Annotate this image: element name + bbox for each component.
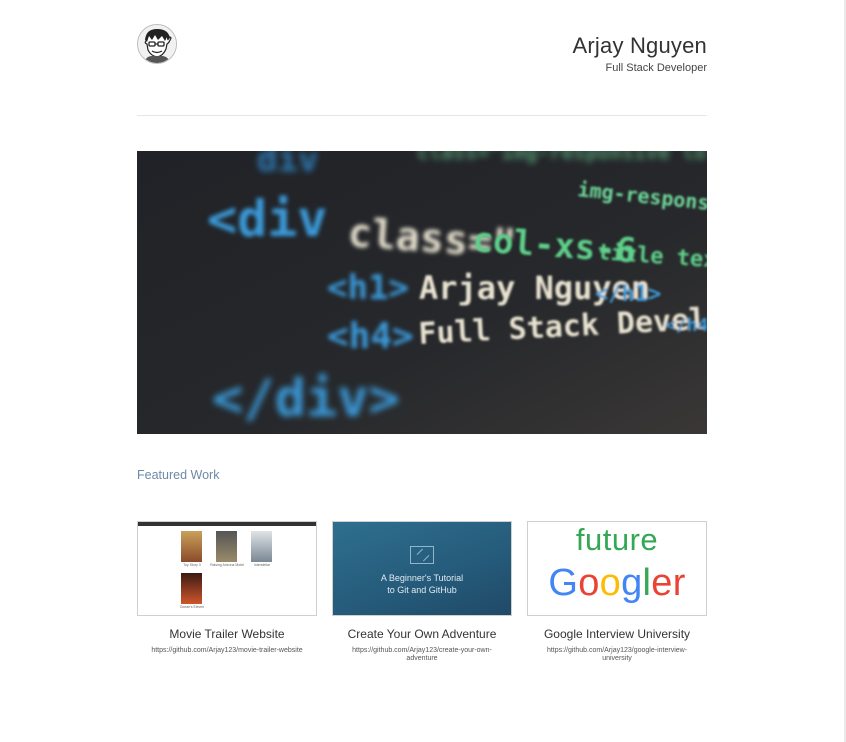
project-link[interactable]: https://github.com/Arjay123/create-your-… <box>342 647 502 663</box>
portrait-icon <box>138 25 176 63</box>
project-card-google-interview-university[interactable]: future Googler Google Interview Universi… <box>527 521 707 663</box>
movie-poster <box>251 531 272 562</box>
page-container: Arjay Nguyen Full Stack Developer div cl… <box>137 0 707 662</box>
movie-poster <box>181 573 202 604</box>
project-title[interactable]: Google Interview University <box>527 627 707 641</box>
movie-poster <box>181 531 202 562</box>
svg-text:<div: <div <box>207 190 327 248</box>
poster-label: Raising Arizona Motel <box>210 563 244 567</box>
project-title[interactable]: Create Your Own Adventure <box>332 627 512 641</box>
svg-text:<h4>: <h4> <box>327 316 414 357</box>
googler-letter: r <box>672 562 686 604</box>
googler-letter: G <box>548 562 579 604</box>
thumbnail-navbar <box>138 522 316 526</box>
googler-letter: o <box>578 562 600 604</box>
site-role: Full Stack Developer <box>605 62 708 74</box>
thumbnail-word-googler: Googler <box>528 562 706 605</box>
movie-poster <box>216 531 237 562</box>
project-card-create-your-own-adventure[interactable]: A Beginner's Tutorial to Git and GitHub … <box>332 521 512 663</box>
project-thumbnail[interactable]: Toy Story 3 Raising Arizona Motel Inters… <box>137 521 317 616</box>
googler-letter: l <box>642 562 652 604</box>
git-tutorial-icon <box>410 546 434 564</box>
project-link[interactable]: https://github.com/Arjay123/movie-traile… <box>147 647 307 655</box>
thumbnail-word-future: future <box>575 522 659 557</box>
poster-label: Toy Story 3 <box>183 563 201 567</box>
poster-label: Ocean's Eleven <box>179 605 205 609</box>
site-header: Arjay Nguyen Full Stack Developer <box>137 0 707 116</box>
project-thumbnail[interactable]: A Beginner's Tutorial to Git and GitHub <box>332 521 512 616</box>
svg-text:</div>: </div> <box>212 369 400 429</box>
code-hero-graphic: div class="img-responsive lo img-respons… <box>137 151 707 434</box>
project-title[interactable]: Movie Trailer Website <box>137 627 317 641</box>
hero-image: div class="img-responsive lo img-respons… <box>137 151 707 434</box>
svg-text:<h1>: <h1> <box>327 268 409 308</box>
poster-label: Interstellar <box>253 563 271 567</box>
featured-work-heading: Featured Work <box>137 468 220 482</box>
svg-text:</h4>: </h4> <box>665 315 707 336</box>
svg-text:</h1>: </h1> <box>595 282 661 307</box>
site-name: Arjay Nguyen <box>572 33 707 58</box>
googler-letter: e <box>651 562 673 604</box>
project-thumbnail[interactable]: future Googler <box>527 521 707 616</box>
thumbnail-caption: A Beginner's Tutorial to Git and GitHub <box>380 573 464 595</box>
svg-text:div: div <box>257 151 318 180</box>
googler-letter: g <box>621 562 643 604</box>
project-card-movie-trailer[interactable]: Toy Story 3 Raising Arizona Motel Inters… <box>137 521 317 655</box>
googler-letter: o <box>599 562 622 604</box>
project-link[interactable]: https://github.com/Arjay123/google-inter… <box>537 647 697 663</box>
svg-text:class="img-responsive lo: class="img-responsive lo <box>417 151 706 164</box>
avatar[interactable] <box>137 24 177 64</box>
